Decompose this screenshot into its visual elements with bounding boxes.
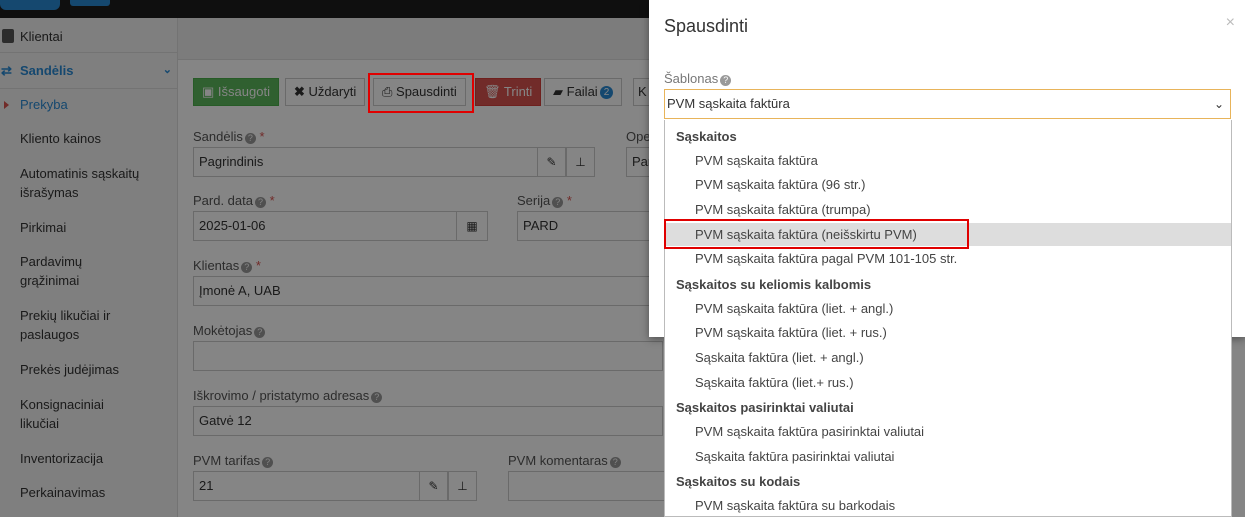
dropdown-option[interactable]: PVM sąskaita faktūra (liet. + rus.) — [665, 321, 1231, 344]
dropdown-option[interactable]: PVM sąskaita faktūra pagal PVM 101-105 s… — [665, 247, 1231, 270]
dropdown-option[interactable]: Sąskaita faktūra pasirinktai valiutai — [665, 445, 1231, 468]
dropdown-option[interactable]: Sąskaita faktūra (liet. + angl.) — [665, 346, 1231, 369]
dropdown-option[interactable]: PVM sąskaita faktūra (liet. + angl.) — [665, 297, 1231, 320]
dropdown-option[interactable]: PVM sąskaita faktūra (trumpa) — [665, 198, 1231, 221]
template-dropdown: Sąskaitos PVM sąskaita faktūra PVM sąska… — [664, 120, 1232, 517]
dropdown-group: Sąskaitos pasirinktai valiutai — [676, 400, 854, 415]
dropdown-option[interactable]: Sąskaita faktūra (liet.+ rus.) — [665, 371, 1231, 394]
template-label: Šablonas? — [664, 71, 732, 86]
dropdown-option[interactable]: PVM sąskaita faktūra pasirinktai valiuta… — [665, 420, 1231, 443]
close-icon[interactable]: × — [1226, 14, 1235, 32]
option-highlight — [664, 219, 969, 249]
dropdown-option[interactable]: PVM sąskaita faktūra su barkodais — [665, 494, 1231, 516]
help-icon: ? — [720, 75, 732, 86]
template-select-value: PVM sąskaita faktūra — [667, 96, 790, 111]
dropdown-group: Sąskaitos su kodais — [676, 474, 801, 489]
dropdown-group: Sąskaitos su keliomis kalbomis — [676, 277, 872, 292]
dropdown-group: Sąskaitos — [676, 129, 737, 144]
chevron-down-icon: ⌄ — [1213, 97, 1224, 111]
dropdown-option[interactable]: PVM sąskaita faktūra — [665, 149, 1231, 172]
modal-title: Spausdinti — [664, 16, 749, 36]
dropdown-option[interactable]: PVM sąskaita faktūra (96 str.) — [665, 173, 1231, 196]
print-button-highlight — [368, 73, 474, 113]
template-select[interactable]: PVM sąskaita faktūra ⌄ — [664, 89, 1231, 119]
